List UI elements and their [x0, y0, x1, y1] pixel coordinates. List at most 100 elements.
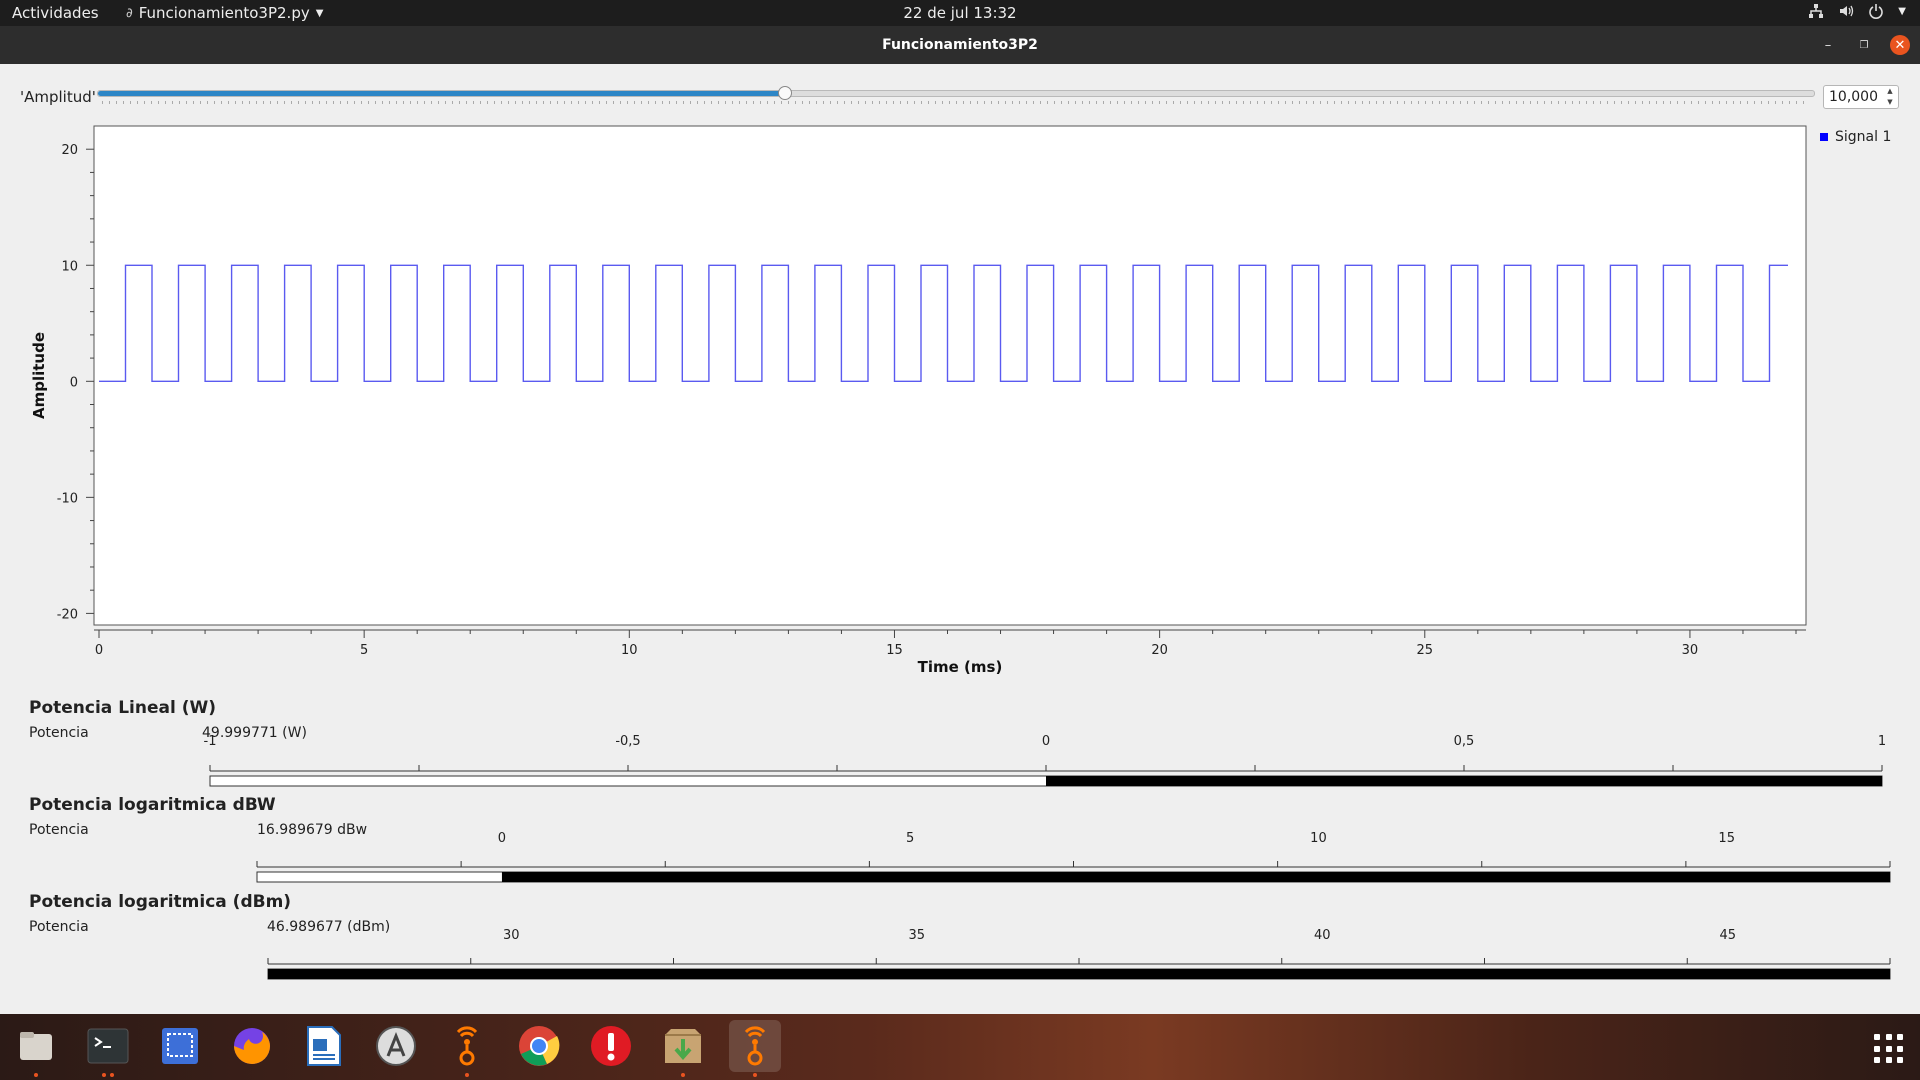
amplitude-slider-ticks [102, 101, 1810, 104]
amplitude-label: 'Amplitud' [20, 88, 96, 106]
dock-item[interactable] [729, 1020, 781, 1077]
running-indicator [753, 1073, 757, 1077]
meter-title: Potencia logaritmica (dBm) [29, 892, 292, 912]
legend-swatch [1820, 133, 1828, 141]
meter-tick-label: -1 [204, 734, 217, 749]
meter-tick-label: 45 [1720, 928, 1737, 943]
files-icon [20, 1032, 52, 1060]
meter-tick-label: 0,5 [1454, 734, 1475, 749]
x-tick-label: 0 [95, 643, 103, 658]
y-tick-label: 10 [61, 259, 78, 274]
meter-tick-label: 1 [1878, 734, 1886, 749]
dock-item[interactable] [657, 1020, 709, 1077]
gnuradio-icon [744, 1026, 766, 1066]
window-title: Funcionamiento3P2 [882, 37, 1038, 53]
clock[interactable]: 22 de jul 13:32 [903, 4, 1016, 22]
network-icon [1809, 4, 1824, 18]
y-tick-label: -10 [57, 491, 78, 506]
close-icon: ✕ [1894, 37, 1906, 53]
window-controls: – ❐ ✕ [1818, 35, 1910, 55]
dock-item[interactable] [585, 1020, 637, 1072]
y-tick-label: 0 [70, 375, 78, 390]
meter-title: Potencia Lineal (W) [29, 698, 216, 718]
amplitude-slider[interactable] [97, 86, 1815, 100]
x-axis-label: Time (ms) [918, 658, 1003, 676]
meter-fill [501, 872, 1891, 882]
minimize-button[interactable]: – [1818, 35, 1838, 55]
restore-icon: ❐ [1859, 39, 1869, 51]
minimize-icon: – [1824, 37, 1832, 53]
dock-item[interactable] [441, 1020, 493, 1077]
meter-fill [1046, 776, 1882, 786]
x-tick-label: 15 [886, 643, 903, 658]
chrome-icon [519, 1026, 560, 1066]
activities-button[interactable]: Actividades [12, 4, 99, 22]
screenshot-icon [162, 1028, 198, 1064]
system-tray[interactable]: ▼ [1808, 3, 1906, 19]
spin-up-icon[interactable]: ▲ [1884, 86, 1896, 97]
chevron-down-icon: ▼ [315, 7, 324, 19]
dock-item[interactable] [10, 1020, 62, 1077]
y-tick-label: -20 [57, 607, 78, 622]
meter-tick-label: 0 [1042, 734, 1050, 749]
amplitude-slider-handle[interactable] [778, 86, 793, 100]
app-menu-label: Funcionamiento3P2.py [138, 4, 310, 22]
dock-item[interactable] [82, 1020, 134, 1077]
spin-arrows[interactable]: ▲ ▼ [1884, 86, 1896, 108]
meter-tick-label: 15 [1718, 831, 1735, 846]
software-icon [376, 1026, 416, 1066]
x-tick-label: 20 [1151, 643, 1168, 658]
meter-tick-label: 5 [906, 831, 914, 846]
meter-tick-label: -0,5 [615, 734, 640, 749]
gnuradio-icon [456, 1026, 478, 1066]
running-indicator [110, 1073, 114, 1077]
dock-item[interactable] [513, 1020, 565, 1072]
meter-tick-label: 10 [1310, 831, 1327, 846]
top-bar: Actividades ∂ Funcionamiento3P2.py ▼ 22 … [0, 0, 1920, 26]
close-button[interactable]: ✕ [1890, 35, 1910, 55]
plot-legend: Signal 1 [1820, 129, 1891, 145]
meter-bar: 0 5 10 15 [256, 831, 1891, 883]
meter-tick-label: 35 [909, 928, 926, 943]
running-indicator [465, 1073, 469, 1077]
meter-bar: -1 -0,5 0 0,5 1 [204, 734, 1886, 787]
meter-tick-label: 40 [1314, 928, 1331, 943]
app-menu[interactable]: ∂ Funcionamiento3P2.py ▼ [126, 4, 323, 22]
maximize-button[interactable]: ❐ [1854, 35, 1874, 55]
x-tick-label: 30 [1682, 643, 1699, 658]
x-tick-label: 25 [1417, 643, 1434, 658]
meter-tick-label: 30 [503, 928, 520, 943]
power-icon [1869, 4, 1884, 19]
dock-item[interactable] [298, 1020, 350, 1072]
error-report-icon [591, 1026, 631, 1066]
archive-icon [665, 1029, 701, 1063]
spin-down-icon[interactable]: ▼ [1884, 97, 1896, 108]
meter-bar: 30 35 40 45 [267, 928, 1891, 980]
y-axis-label: Amplitude [30, 332, 48, 419]
meter-title: Potencia logaritmica dBW [29, 795, 276, 815]
plot-canvas[interactable] [93, 125, 1807, 626]
amplitude-slider-fill [98, 91, 785, 96]
y-tick-label: 20 [61, 143, 78, 158]
amplitude-value[interactable]: 10,000 [1829, 89, 1878, 105]
dock-item[interactable] [370, 1020, 422, 1072]
gnuradio-icon: ∂ [126, 5, 133, 21]
volume-icon [1840, 5, 1854, 17]
dock-item[interactable] [226, 1020, 278, 1072]
firefox-icon [234, 1028, 270, 1064]
show-applications-icon[interactable] [1874, 1034, 1904, 1064]
x-tick-label: 10 [621, 643, 638, 658]
terminal-icon [87, 1028, 129, 1064]
running-indicator [34, 1073, 38, 1077]
amplitude-spinbox[interactable]: 10,000 ▲ ▼ [1823, 85, 1899, 109]
meter-tick-label: 0 [498, 831, 506, 846]
dock-item[interactable] [154, 1020, 206, 1072]
dock [0, 1014, 1920, 1080]
legend-label: Signal 1 [1835, 129, 1892, 145]
meter-fill [268, 969, 1890, 979]
window-titlebar[interactable]: Funcionamiento3P2 – ❐ ✕ [0, 26, 1920, 64]
chevron-down-icon: ▼ [1898, 5, 1906, 17]
running-indicator [681, 1073, 685, 1077]
time-plot[interactable]: 20 10 0 -10 -20 0 5 10 15 20 25 30 Time (ms) Amplitud… [0, 118, 1920, 678]
x-tick-label: 5 [360, 643, 368, 658]
